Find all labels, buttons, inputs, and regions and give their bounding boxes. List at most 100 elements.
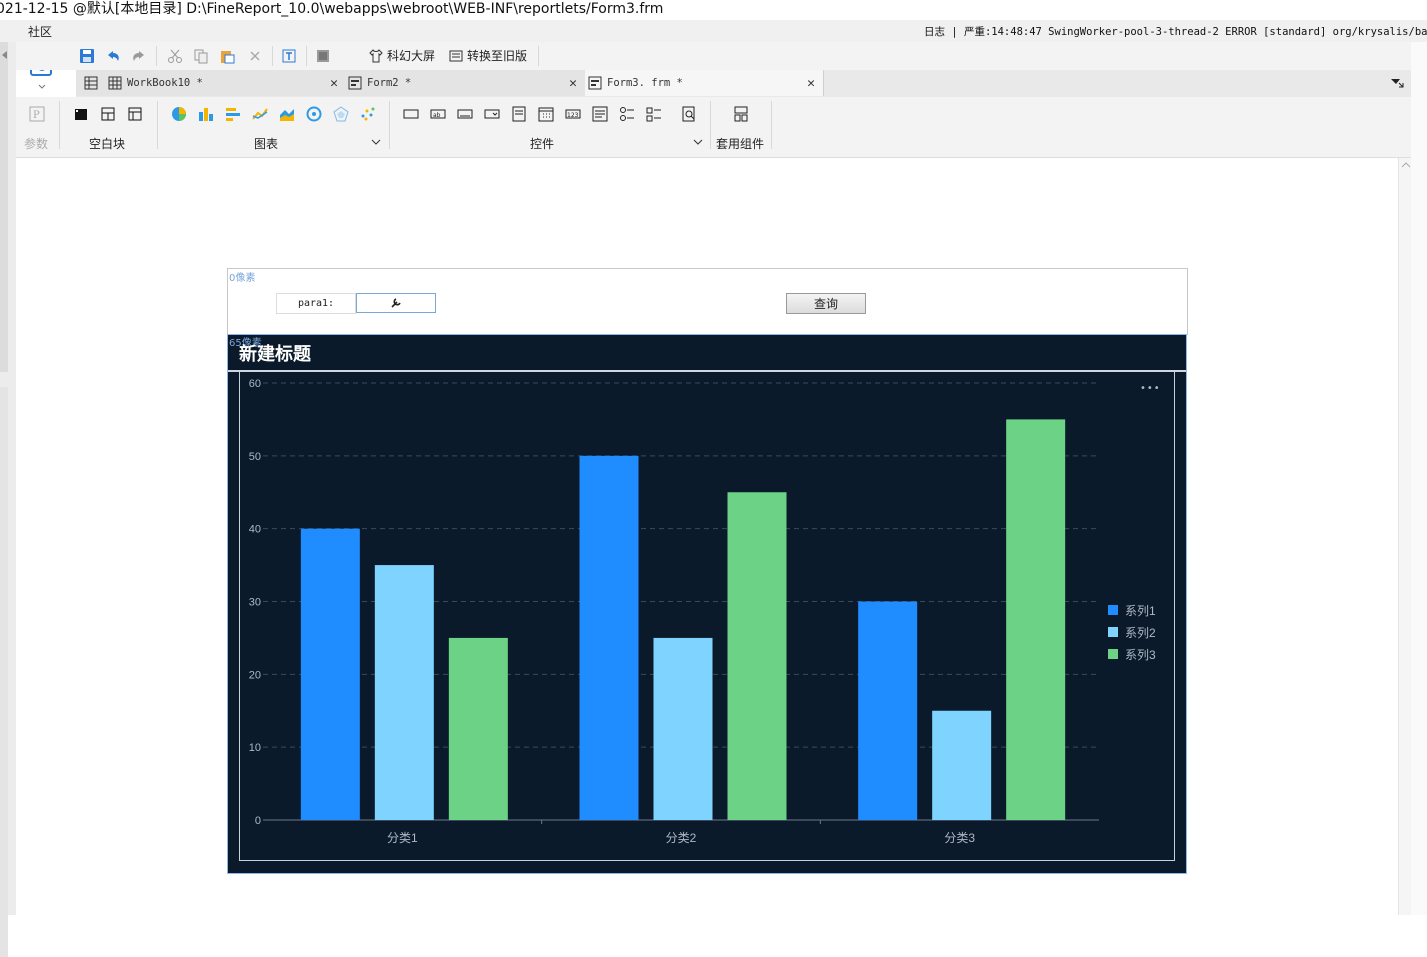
convert-icon [449, 50, 463, 61]
scifi-screen-button[interactable]: 科幻大屏 [368, 47, 435, 64]
preset-component-button[interactable] [732, 105, 750, 123]
svg-text:ab: ab [433, 112, 441, 119]
paste-icon [221, 51, 235, 64]
gauge-icon [306, 106, 322, 122]
search-doc-icon [682, 106, 695, 122]
save-button[interactable] [78, 47, 96, 65]
number-control-button[interactable]: 123 [564, 105, 582, 123]
label-control-button[interactable] [402, 105, 420, 123]
tree-control-button[interactable] [680, 105, 698, 123]
button-control-button[interactable] [456, 105, 474, 123]
legend-label: 系列2 [1125, 626, 1156, 640]
left-collapse-strip[interactable] [0, 42, 16, 957]
horizontal-bar-button[interactable] [224, 105, 242, 123]
vertical-scrollbar[interactable] [1398, 158, 1412, 915]
copy-button[interactable] [192, 47, 210, 65]
svg-text:P: P [33, 110, 40, 121]
checkbox-group-icon [646, 107, 661, 122]
tab-workbook10[interactable]: WorkBook10 * ✕ [76, 70, 347, 96]
gauge-chart-button[interactable] [305, 105, 323, 123]
legend-swatch [1108, 649, 1118, 659]
x-tick-label: 分类1 [387, 831, 418, 845]
line-chart-button[interactable] [251, 105, 269, 123]
tab-label: Form2 * [367, 77, 412, 89]
pie-chart-button[interactable] [170, 105, 188, 123]
tab-label: Form3. frm * [607, 77, 683, 89]
text-control-button[interactable]: ab [429, 105, 447, 123]
redo-button[interactable] [130, 47, 148, 65]
chevron-down-icon[interactable] [693, 139, 703, 147]
tab-form3[interactable]: Form3. frm * ✕ [585, 70, 824, 96]
redo-icon [133, 51, 144, 61]
button-icon [457, 109, 473, 119]
bar [653, 637, 713, 820]
window-title: 021-12-15 @默认[本地目录] D:\FineReport_10.0\w… [0, 1, 664, 17]
y-tick-label: 40 [249, 524, 261, 536]
bar-chart-icon [199, 108, 213, 121]
textarea-icon [592, 106, 608, 122]
tab-form2[interactable]: Form2 * ✕ [346, 70, 586, 96]
preview-button[interactable] [314, 47, 332, 65]
tab-list-icon[interactable] [1390, 77, 1404, 89]
tab-close-icon[interactable]: ✕ [807, 76, 815, 91]
document-tabs: WorkBook10 * ✕ Form2 * ✕ Form3. frm * ✕ [76, 70, 1411, 97]
list-icon [512, 106, 526, 122]
scroll-up-icon[interactable] [1401, 161, 1411, 169]
bar-chart-button[interactable] [197, 105, 215, 123]
number-icon: 123 [565, 109, 581, 119]
convert-old-button[interactable]: 转换至旧版 [448, 47, 527, 64]
list-control-button[interactable] [510, 105, 528, 123]
window-title-bar: 021-12-15 @默认[本地目录] D:\FineReport_10.0\w… [0, 0, 1427, 20]
bar [579, 455, 639, 820]
combo-control-button[interactable] [483, 105, 501, 123]
date-control-button[interactable] [537, 105, 555, 123]
main-toolbar: 科幻大屏 转换至旧版 [16, 42, 1411, 70]
undo-button[interactable] [104, 47, 122, 65]
parameter-panel[interactable]: 0像素 para1: 查询 [227, 268, 1188, 335]
param-input[interactable] [356, 293, 436, 313]
checkbox-group-button[interactable] [645, 105, 663, 123]
film-icon [75, 109, 87, 120]
community-menu[interactable]: 社区 [28, 23, 52, 40]
blank-block-label: 空白块 [89, 137, 126, 151]
query-button[interactable]: 查询 [786, 293, 866, 314]
radar-chart-button[interactable] [332, 105, 350, 123]
bar [932, 710, 992, 820]
calendar-icon [538, 107, 554, 122]
tab-layout-button[interactable] [99, 105, 117, 123]
label-icon [403, 109, 419, 119]
bar [1006, 419, 1066, 820]
chevron-down-icon[interactable] [371, 139, 381, 147]
scissors-icon [168, 49, 182, 63]
delete-button[interactable] [246, 47, 264, 65]
paste-button[interactable] [218, 47, 236, 65]
collapsed-panel-top[interactable] [0, 42, 8, 372]
collapsed-panel-bottom[interactable] [0, 387, 8, 957]
convert-old-label: 转换至旧版 [467, 49, 528, 63]
workbook-icon [108, 76, 122, 90]
parameter-button[interactable]: P [28, 105, 46, 123]
y-tick-label: 0 [255, 815, 261, 827]
bar [374, 565, 434, 820]
menu-bar: 社区 日志 | 严重:14:48:47 SwingWorker-pool-3-t… [0, 20, 1427, 43]
format-painter-button[interactable] [280, 47, 298, 65]
log-status[interactable]: 日志 | 严重:14:48:47 SwingWorker-pool-3-thre… [924, 24, 1427, 39]
wrench-icon [391, 298, 401, 308]
param-name-label[interactable]: para1: [276, 293, 356, 314]
param-panel-size-label: 0像素 [229, 273, 256, 284]
textarea-control-button[interactable] [591, 105, 609, 123]
scatter-chart-button[interactable] [359, 105, 377, 123]
blank-block-button[interactable] [72, 105, 90, 123]
radio-group-button[interactable] [618, 105, 636, 123]
tab-close-icon[interactable]: ✕ [569, 76, 577, 91]
absolute-layout-button[interactable] [126, 105, 144, 123]
radio-group-icon [620, 107, 634, 121]
cut-button[interactable] [166, 47, 184, 65]
tab-close-icon[interactable]: ✕ [330, 76, 338, 91]
y-tick-label: 60 [249, 378, 261, 390]
tab-label: WorkBook10 * [127, 77, 203, 89]
collapse-left-icon[interactable] [0, 50, 10, 60]
area-chart-button[interactable] [278, 105, 296, 123]
parameter-label: 参数 [24, 137, 49, 151]
chart-widget[interactable]: 65像素 新建标题 ••• 0 10 20 30 40 50 60 分类1 分类2 分类3 系列1 系… [227, 334, 1187, 874]
